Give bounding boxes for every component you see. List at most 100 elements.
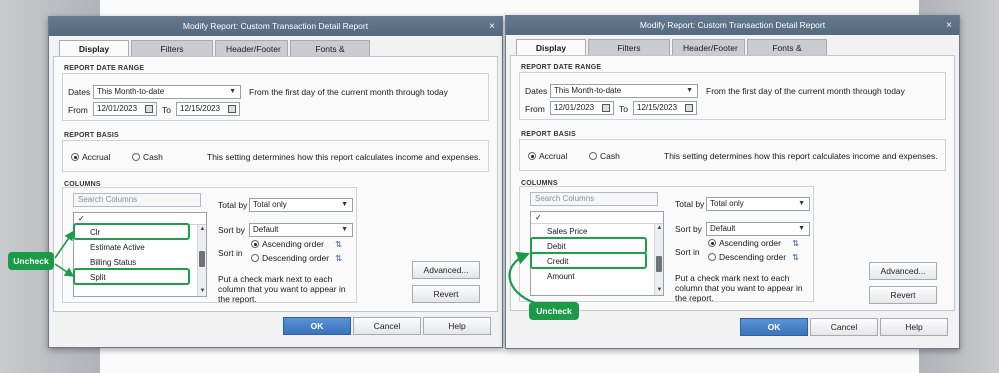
to-label: To xyxy=(619,104,628,114)
tab-filters[interactable]: Filters xyxy=(131,40,213,56)
advanced-button[interactable]: Advanced... xyxy=(869,262,937,280)
revert-button[interactable]: Revert xyxy=(869,286,937,304)
cancel-button[interactable]: Cancel xyxy=(810,318,878,336)
from-label: From xyxy=(525,104,545,114)
ascending-label: Ascending order xyxy=(719,238,781,248)
ascending-label: Ascending order xyxy=(262,239,324,249)
dropdown-caret-icon: ▼ xyxy=(341,226,348,233)
total-by-dropdown[interactable]: Total only ▼ xyxy=(706,197,810,211)
scroll-thumb[interactable] xyxy=(199,251,205,267)
advanced-button[interactable]: Advanced... xyxy=(412,261,480,279)
title-bar: Modify Report: Custom Transaction Detail… xyxy=(506,16,959,35)
tab-display[interactable]: Display xyxy=(516,39,586,56)
to-label: To xyxy=(162,105,171,115)
total-by-value: Total only xyxy=(710,199,744,208)
close-icon[interactable]: × xyxy=(489,17,495,36)
ascending-radio[interactable] xyxy=(251,240,259,248)
descending-label: Descending order xyxy=(719,252,787,262)
display-panel: REPORT DATE RANGE Dates This Month-to-da… xyxy=(510,55,955,311)
uncheck-callout-2: Uncheck xyxy=(529,302,579,320)
to-date-field[interactable]: 12/15/2023 xyxy=(633,101,697,115)
sort-by-value: Default xyxy=(253,225,279,234)
dates-value: This Month-to-date xyxy=(554,86,622,95)
columns-scrollbar[interactable]: ▲ ▼ xyxy=(654,224,663,295)
dates-value: This Month-to-date xyxy=(97,87,165,96)
tab-strip: Display Filters Header/Footer Fonts & Nu… xyxy=(516,39,827,69)
date-range-group-label: REPORT DATE RANGE xyxy=(521,64,602,71)
sort-by-dropdown[interactable]: Default ▼ xyxy=(249,223,353,237)
scroll-down-icon[interactable]: ▼ xyxy=(198,287,206,296)
calendar-icon[interactable] xyxy=(602,104,610,112)
checkmark-icon[interactable]: ✓ xyxy=(531,212,663,224)
dates-dropdown[interactable]: This Month-to-date ▼ xyxy=(93,85,241,99)
title-bar: Modify Report: Custom Transaction Detail… xyxy=(49,17,502,36)
basis-description: This setting determines how this report … xyxy=(207,152,481,162)
cash-label: Cash xyxy=(600,151,620,161)
dates-label: Dates xyxy=(68,87,91,97)
highlight-clr xyxy=(73,223,190,240)
descending-radio[interactable] xyxy=(251,254,259,262)
highlight-split xyxy=(73,268,190,285)
tab-filters[interactable]: Filters xyxy=(588,39,670,55)
search-columns-input[interactable]: Search Columns xyxy=(530,192,658,206)
ok-button[interactable]: OK xyxy=(740,318,808,336)
columns-hint: Put a check mark next to each column tha… xyxy=(675,273,803,303)
descending-radio[interactable] xyxy=(708,253,716,261)
sort-by-label: Sort by xyxy=(218,225,245,235)
report-basis-group-label: REPORT BASIS xyxy=(521,131,576,138)
to-date-field[interactable]: 12/15/2023 xyxy=(176,102,240,116)
modify-report-dialog-2: Modify Report: Custom Transaction Detail… xyxy=(505,15,960,349)
cash-radio[interactable] xyxy=(132,153,140,161)
tab-fonts-numbers[interactable]: Fonts & Numbers xyxy=(747,39,827,69)
sort-az-icon: ⇅ xyxy=(792,238,800,248)
dialog-title: Modify Report: Custom Transaction Detail… xyxy=(639,20,826,30)
accrual-radio[interactable] xyxy=(71,153,79,161)
cancel-button[interactable]: Cancel xyxy=(353,317,421,335)
calendar-icon[interactable] xyxy=(685,104,693,112)
calendar-icon[interactable] xyxy=(145,105,153,113)
accrual-label: Accrual xyxy=(82,152,111,162)
from-date-field[interactable]: 12/01/2023 xyxy=(93,102,157,116)
scroll-thumb[interactable] xyxy=(656,256,662,272)
tab-header-footer[interactable]: Header/Footer xyxy=(215,40,288,56)
help-button[interactable]: Help xyxy=(880,318,948,336)
tab-header-footer[interactable]: Header/Footer xyxy=(672,39,745,55)
dropdown-caret-icon: ▼ xyxy=(229,88,236,95)
scroll-up-icon[interactable]: ▲ xyxy=(655,224,663,233)
scroll-down-icon[interactable]: ▼ xyxy=(655,286,663,295)
list-item[interactable]: Estimate Active xyxy=(74,240,196,255)
revert-button[interactable]: Revert xyxy=(412,285,480,303)
sort-by-value: Default xyxy=(710,224,736,233)
dropdown-caret-icon: ▼ xyxy=(798,200,805,207)
ok-button[interactable]: OK xyxy=(283,317,351,335)
total-by-label: Total by xyxy=(675,199,705,209)
help-button[interactable]: Help xyxy=(423,317,491,335)
dialog-title: Modify Report: Custom Transaction Detail… xyxy=(182,21,369,31)
search-columns-input[interactable]: Search Columns xyxy=(73,193,201,207)
close-icon[interactable]: × xyxy=(946,16,952,35)
from-date-value: 12/01/2023 xyxy=(554,103,595,112)
calendar-icon[interactable] xyxy=(228,105,236,113)
cash-label: Cash xyxy=(143,152,163,162)
report-basis-group-label: REPORT BASIS xyxy=(64,132,119,139)
descending-label: Descending order xyxy=(262,253,330,263)
total-by-dropdown[interactable]: Total only ▼ xyxy=(249,198,353,212)
sort-by-label: Sort by xyxy=(675,224,702,234)
sort-az-icon: ⇅ xyxy=(335,239,343,249)
dates-dropdown[interactable]: This Month-to-date ▼ xyxy=(550,84,698,98)
scroll-up-icon[interactable]: ▲ xyxy=(198,225,206,234)
columns-scrollbar[interactable]: ▲ ▼ xyxy=(197,225,206,296)
accrual-radio[interactable] xyxy=(528,152,536,160)
list-item[interactable]: Amount xyxy=(531,269,653,284)
sort-za-icon: ⇅ xyxy=(335,253,343,263)
tab-fonts-numbers[interactable]: Fonts & Numbers xyxy=(290,40,370,70)
ascending-radio[interactable] xyxy=(708,239,716,247)
dates-description: From the first day of the current month … xyxy=(706,86,905,96)
from-label: From xyxy=(68,105,88,115)
from-date-field[interactable]: 12/01/2023 xyxy=(550,101,614,115)
tab-display[interactable]: Display xyxy=(59,40,129,57)
cash-radio[interactable] xyxy=(589,152,597,160)
sort-by-dropdown[interactable]: Default ▼ xyxy=(706,222,810,236)
sort-za-icon: ⇅ xyxy=(792,252,800,262)
report-basis-group: Accrual Cash This setting determines how… xyxy=(519,139,946,171)
